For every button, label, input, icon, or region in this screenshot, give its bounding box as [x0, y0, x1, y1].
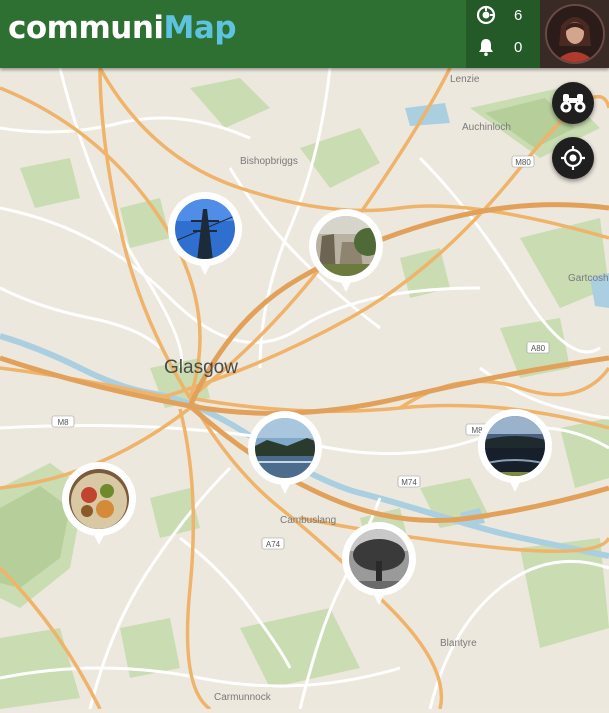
- logo-part-communi: communi: [8, 10, 164, 46]
- road-shield-m74: M74: [397, 475, 421, 488]
- app-header: communiMap 6 0: [0, 0, 609, 68]
- photo-pin-pylon[interactable]: [167, 191, 243, 281]
- counter-panel: 6 0: [466, 0, 540, 68]
- notifications-counter[interactable]: 0: [476, 37, 522, 57]
- user-avatar[interactable]: [540, 0, 609, 68]
- map-canvas[interactable]: M80 A80 M8 M8 M74 A74 Glasgow Lenzie Auc…: [0, 67, 609, 711]
- road-shield-a74: A74: [261, 537, 285, 550]
- city-label-glasgow: Glasgow: [164, 357, 238, 378]
- pin-photo-loch: [485, 416, 545, 476]
- svg-text:M80: M80: [515, 158, 531, 167]
- binoculars-icon: [560, 94, 586, 113]
- explore-button[interactable]: [552, 82, 594, 124]
- locate-icon: [561, 146, 585, 170]
- pin-photo-food: [69, 469, 129, 529]
- place-label-auchinloch: Auchinloch: [462, 122, 511, 133]
- my-location-button[interactable]: [552, 137, 594, 179]
- photo-pin-food[interactable]: [61, 461, 137, 551]
- photo-pin-river[interactable]: [247, 410, 323, 500]
- notifications-count: 0: [514, 38, 523, 56]
- svg-text:A74: A74: [266, 540, 281, 549]
- pin-photo-pylon: [175, 199, 235, 259]
- contributions-count: 6: [514, 6, 523, 24]
- pin-photo-river: [255, 418, 315, 478]
- place-label-blantyre: Blantyre: [440, 638, 477, 649]
- pin-photo-tree: [349, 529, 409, 589]
- app-logo[interactable]: communiMap: [8, 10, 237, 46]
- photo-pin-loch[interactable]: [477, 408, 553, 498]
- place-label-bishopbriggs: Bishopbriggs: [240, 156, 298, 167]
- svg-text:A80: A80: [531, 344, 546, 353]
- road-shield-m8-west: M8: [51, 415, 75, 428]
- photo-pin-ruins[interactable]: [308, 208, 384, 298]
- place-label-lenzie: Lenzie: [450, 74, 480, 85]
- place-label-carmunnock: Carmunnock: [214, 692, 272, 703]
- place-label-cambuslang: Cambuslang: [280, 515, 336, 526]
- contributions-icon: [476, 5, 496, 25]
- map-view[interactable]: M80 A80 M8 M8 M74 A74 Glasgow Lenzie Auc…: [0, 67, 609, 711]
- svg-text:M74: M74: [401, 478, 417, 487]
- road-shield-m80: M80: [511, 155, 535, 168]
- place-label-gartcosh: Gartcosh: [568, 273, 609, 284]
- bell-icon: [479, 39, 493, 56]
- road-shield-a80: A80: [526, 341, 550, 354]
- svg-text:M8: M8: [57, 418, 69, 427]
- avatar-photo: [546, 6, 603, 62]
- photo-pin-tree[interactable]: [341, 521, 417, 611]
- logo-part-map: Map: [163, 10, 237, 46]
- contributions-counter[interactable]: 6: [476, 5, 522, 25]
- pin-photo-ruins: [316, 216, 376, 276]
